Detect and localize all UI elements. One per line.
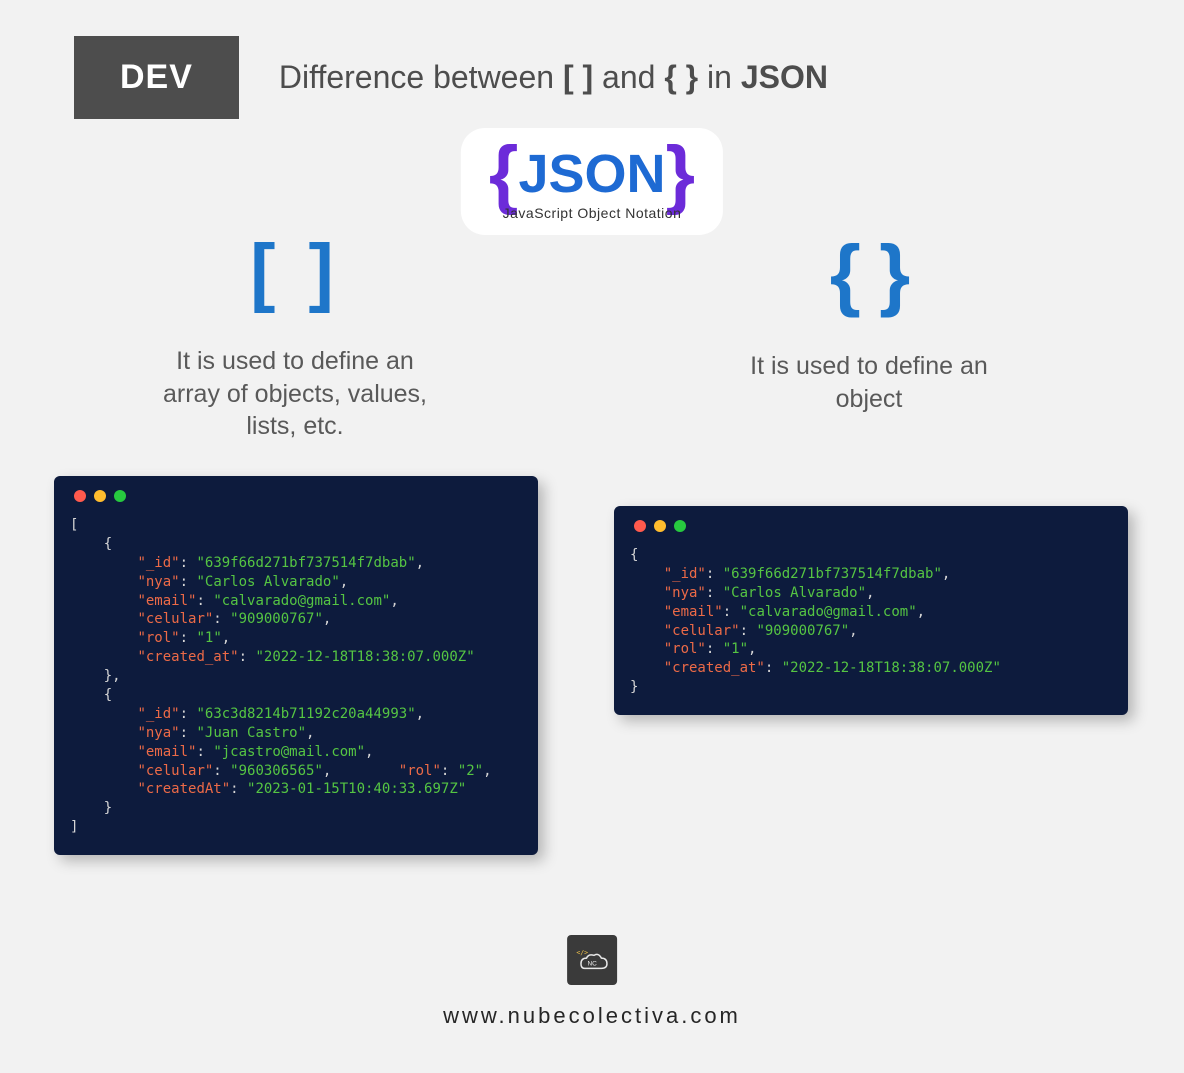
window-dots	[630, 520, 1112, 532]
braces-description: It is used to define an object	[729, 350, 1009, 415]
minimize-dot-icon	[94, 490, 106, 502]
column-brackets: [ ] It is used to define an array of obj…	[60, 228, 530, 443]
page-title: Difference between [ ] and { } in JSON	[279, 59, 828, 96]
code-object-content: { "_id": "639f66d271bf737514f7dbab", "ny…	[630, 546, 1112, 697]
dev-badge: DEV	[74, 36, 239, 119]
header: DEV Difference between [ ] and { } in JS…	[0, 0, 1184, 119]
brackets-description: It is used to define an array of objects…	[155, 345, 435, 443]
svg-text:</>: </>	[576, 948, 588, 956]
footer-url: www.nubecolectiva.com	[443, 1003, 741, 1029]
title-braces: { }	[664, 59, 698, 95]
maximize-dot-icon	[114, 490, 126, 502]
code-example-object: { "_id": "639f66d271bf737514f7dbab", "ny…	[614, 506, 1128, 715]
close-dot-icon	[634, 520, 646, 532]
footer: </> NC www.nubecolectiva.com	[443, 935, 741, 1029]
title-brackets: [ ]	[563, 59, 593, 95]
code-example-array: [ { "_id": "639f66d271bf737514f7dbab", "…	[54, 476, 538, 855]
title-pre: Difference between	[279, 59, 563, 95]
maximize-dot-icon	[674, 520, 686, 532]
json-logo-brace-close: }	[666, 144, 696, 205]
json-logo-subtitle: JavaScript Object Notation	[489, 205, 695, 221]
braces-symbol: { }	[830, 228, 909, 320]
title-in: in	[698, 59, 741, 95]
window-dots	[70, 490, 522, 502]
json-logo: { JSON } JavaScript Object Notation	[467, 134, 717, 229]
columns: [ ] It is used to define an array of obj…	[0, 228, 1184, 443]
minimize-dot-icon	[654, 520, 666, 532]
title-json: JSON	[741, 59, 828, 95]
json-logo-text: JSON	[518, 147, 665, 201]
title-mid: and	[593, 59, 664, 95]
json-logo-brace-open: {	[489, 144, 519, 205]
svg-text:NC: NC	[587, 961, 597, 968]
column-braces: { } It is used to define an object	[614, 228, 1124, 443]
brackets-symbol: [ ]	[250, 228, 340, 315]
close-dot-icon	[74, 490, 86, 502]
footer-logo-icon: </> NC	[567, 935, 617, 985]
code-array-content: [ { "_id": "639f66d271bf737514f7dbab", "…	[70, 516, 522, 837]
